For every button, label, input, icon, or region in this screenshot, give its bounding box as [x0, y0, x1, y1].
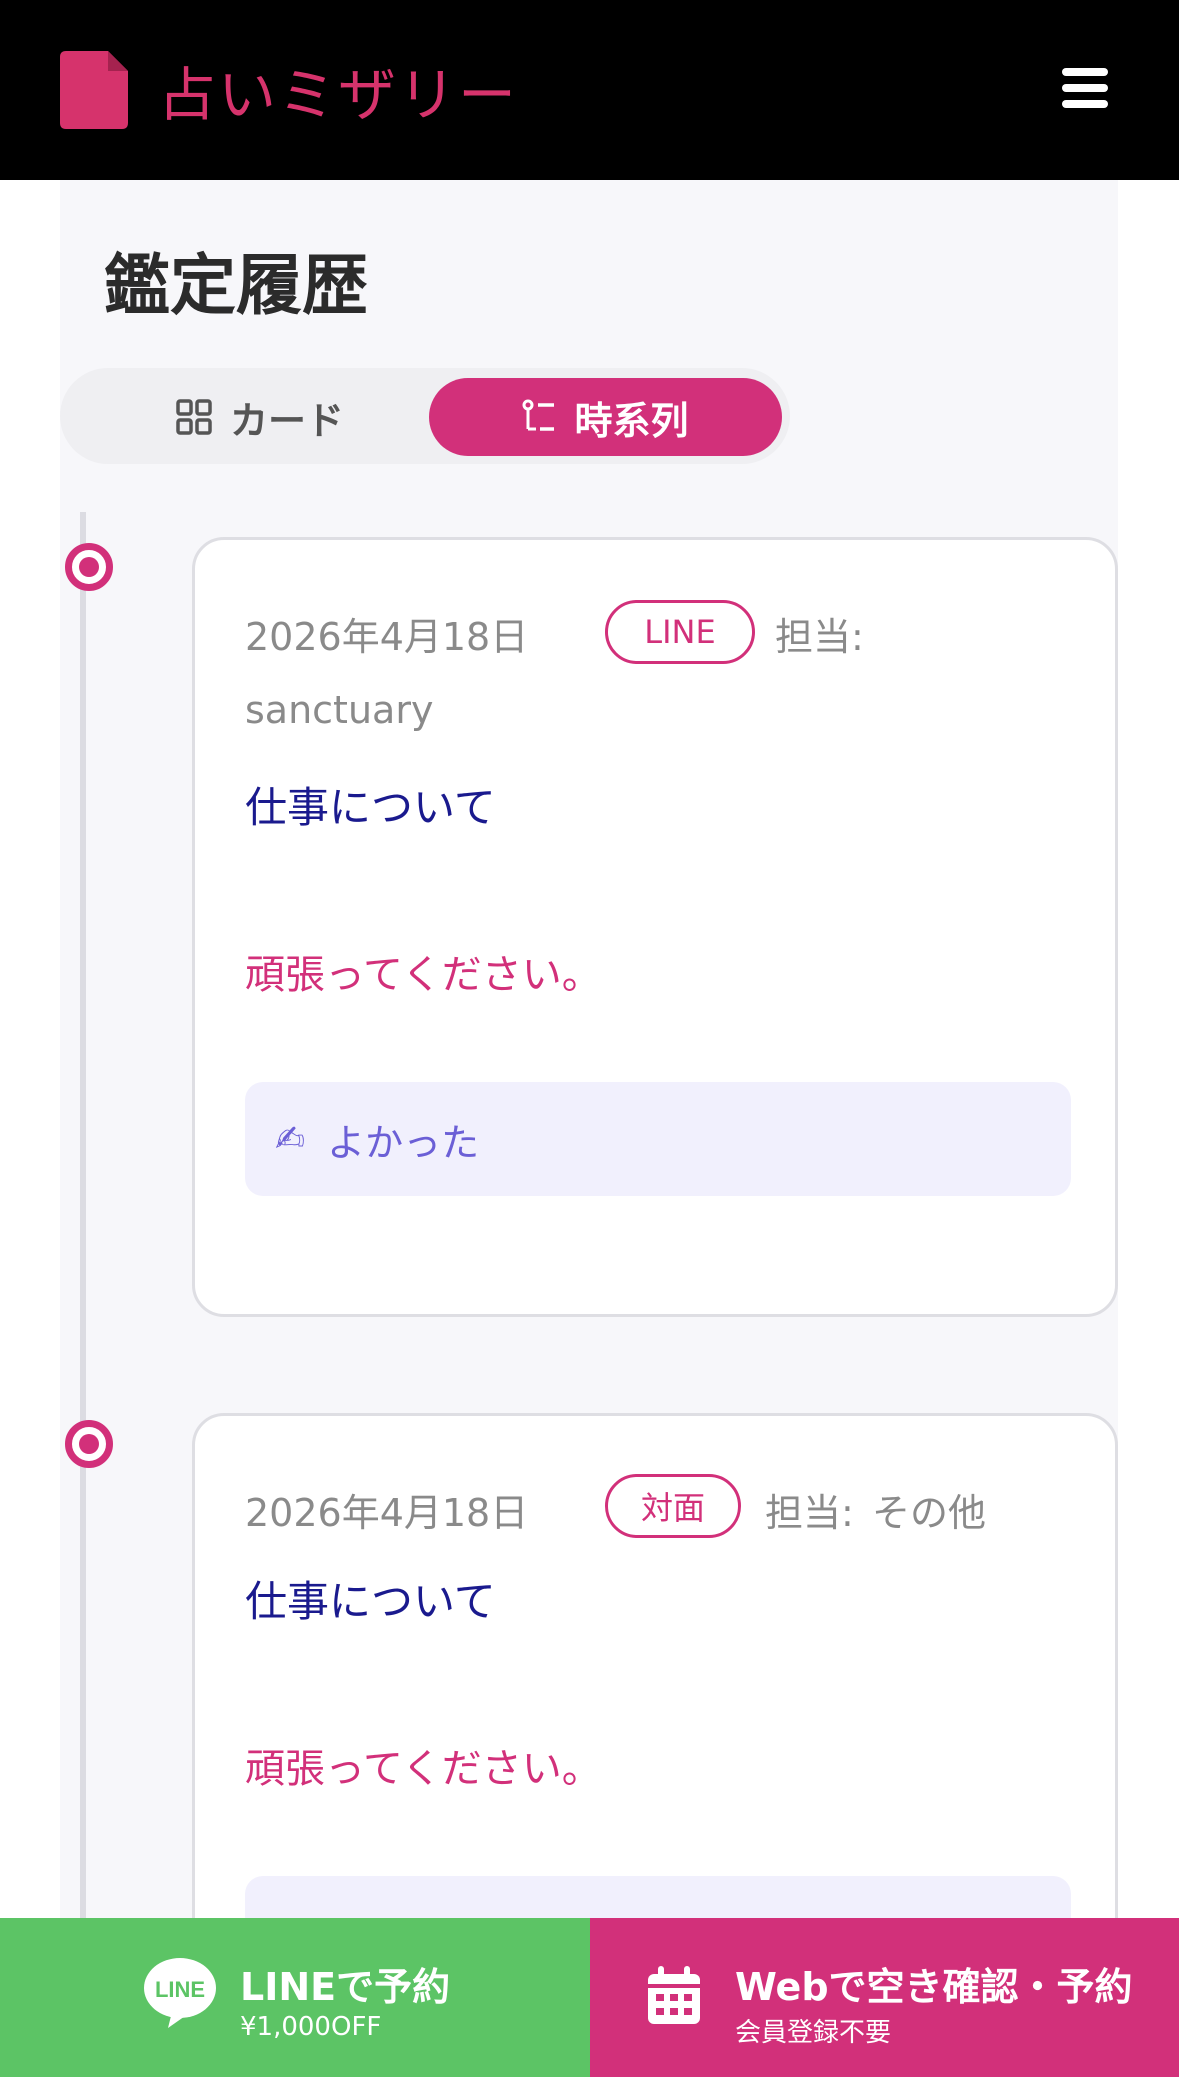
assignee-label: 担当:: [775, 615, 864, 659]
svg-text:LINE: LINE: [155, 1977, 205, 2002]
line-reserve-button[interactable]: LINE LINEで予約 ¥1,000OFF: [0, 1918, 590, 2077]
assignee-name: その他: [872, 1491, 987, 1535]
channel-badge: 対面: [605, 1474, 741, 1538]
logo[interactable]: 占いミザリー: [60, 50, 518, 130]
tab-card-label: カード: [229, 398, 344, 443]
entry-topic: 仕事について: [245, 783, 496, 832]
view-toggle: カード 時系列: [60, 368, 790, 464]
line-app-icon: LINE: [144, 1958, 216, 2028]
channel-badge: LINE: [605, 600, 755, 664]
history-entry-card[interactable]: 2026年4月18日 LINE 担当: sanctuary 仕事について 頑張っ…: [192, 537, 1118, 1317]
line-reserve-title: LINEで予約: [240, 1965, 451, 2009]
tab-timeline-view[interactable]: 時系列: [429, 378, 782, 456]
feedback-text: よかった: [327, 1120, 480, 1165]
tab-card-view[interactable]: カード: [100, 378, 420, 456]
entry-message: 頑張ってください。: [245, 952, 602, 998]
page-title: 鑑定履歴: [104, 246, 368, 324]
line-discount-text: ¥1,000OFF: [240, 2012, 382, 2042]
grid-icon: [176, 399, 212, 435]
hamburger-menu-icon[interactable]: [1062, 66, 1112, 112]
web-reserve-subtitle: 会員登録不要: [735, 2018, 892, 2048]
timeline-dot: [65, 543, 113, 591]
entry-message: 頑張ってください。: [245, 1746, 602, 1792]
entry-date: 2026年4月18日: [245, 615, 529, 659]
writing-hand-icon: ✍: [275, 1118, 306, 1160]
document-icon: [60, 51, 128, 129]
timeline-list-icon: [522, 399, 555, 431]
feedback-note: ✍ よかった: [245, 1082, 1071, 1196]
assignee-name: sanctuary: [245, 688, 434, 732]
bottom-cta-bar: LINE LINEで予約 ¥1,000OFF Webで空き確認・予約 会員登録不…: [0, 1918, 1179, 2077]
calendar-icon: [648, 1966, 700, 2024]
logo-text: 占いミザリー: [158, 61, 519, 129]
app-header: 占いミザリー: [0, 0, 1179, 180]
entry-topic: 仕事について: [245, 1577, 496, 1626]
assignee-label: 担当:: [765, 1491, 854, 1535]
entry-date: 2026年4月18日: [245, 1491, 529, 1535]
web-reserve-button[interactable]: Webで空き確認・予約 会員登録不要: [590, 1918, 1179, 2077]
tab-timeline-label: 時系列: [574, 398, 689, 443]
web-reserve-title: Webで空き確認・予約: [735, 1965, 1133, 2009]
timeline-line: [80, 512, 86, 1952]
timeline-dot: [65, 1420, 113, 1468]
